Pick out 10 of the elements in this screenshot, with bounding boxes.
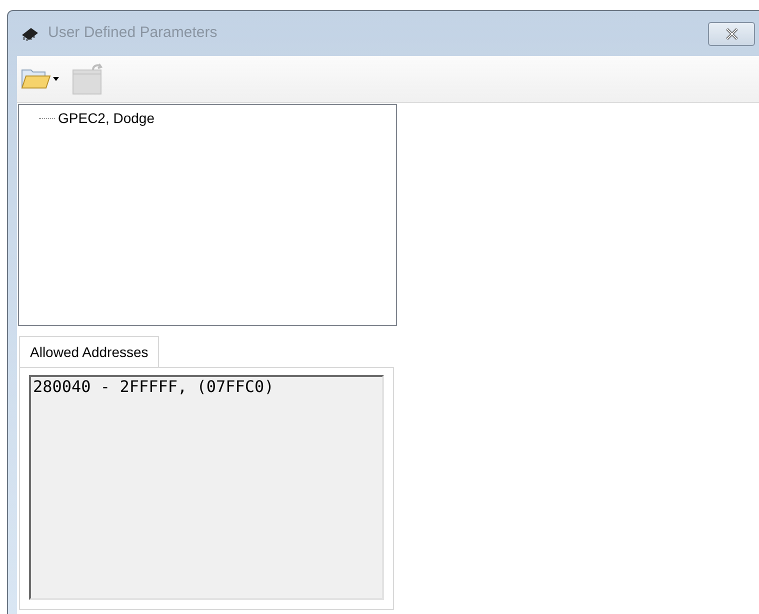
open-button[interactable] bbox=[19, 67, 61, 91]
close-icon bbox=[724, 28, 738, 40]
chip-icon bbox=[20, 26, 40, 42]
folder-icon bbox=[21, 67, 51, 91]
tab[interactable]: Allowed Addresses bbox=[19, 336, 160, 367]
close-button[interactable] bbox=[708, 22, 755, 46]
window-title: User Defined Parameters bbox=[48, 23, 218, 44]
tree-item[interactable]: GPEC2, Dodge bbox=[57, 109, 156, 127]
address-field[interactable]: 280040 - 2FFFFF, (07FFC0) bbox=[29, 375, 384, 600]
caret-icon bbox=[53, 77, 59, 81]
